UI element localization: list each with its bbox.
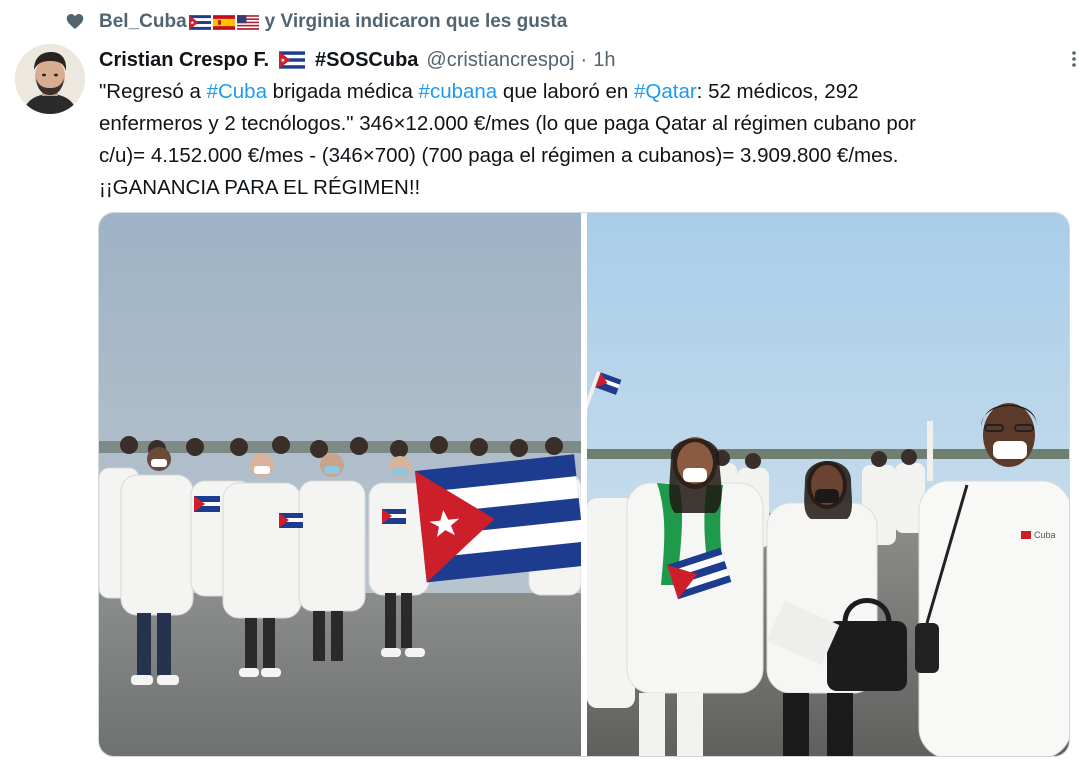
liker-name[interactable]: Bel_Cuba: [99, 11, 187, 33]
social-context-text[interactable]: Bel_Cuba y Virginia indicaron que les gu…: [99, 11, 567, 33]
hashtag-link-cuba[interactable]: #Cuba: [207, 80, 267, 103]
photo-right-image: Cuba: [587, 213, 1069, 756]
tweet-line-3: c/u)= 4.152.000 €/mes - (346×700) (700 p…: [99, 144, 899, 167]
author-display-name[interactable]: Cristian Crespo F.: [99, 49, 269, 72]
timestamp[interactable]: 1h: [593, 49, 615, 72]
tweet-media-grid: Cuba: [98, 212, 1070, 757]
avatar-image: [15, 44, 85, 114]
hashtag-link-cubana[interactable]: #cubana: [419, 80, 498, 103]
text-fragment: que laboró en: [497, 80, 634, 103]
tweet-text: "Regresó a #Cuba brigada médica #cubana …: [99, 76, 1079, 204]
more-options-icon[interactable]: [1063, 48, 1080, 70]
avatar[interactable]: [15, 44, 85, 114]
hashtag-link-qatar[interactable]: #Qatar: [634, 80, 697, 103]
cuba-flag-icon: [279, 51, 306, 69]
text-fragment: brigada médica: [266, 80, 419, 103]
text-fragment: : 52 médicos, 292: [696, 80, 859, 103]
author-handle[interactable]: @cristiancrespoj: [426, 49, 574, 72]
us-flag-icon: [236, 14, 259, 30]
tweet-line-2: enfermeros y 2 tecnólogos." 346×12.000 €…: [99, 112, 916, 135]
social-context: Bel_Cuba y Virginia indicaron que les gu…: [0, 0, 1080, 40]
tweet-header: Cristian Crespo F. #SOSCuba @cristiancre…: [99, 46, 615, 74]
cuba-flag-icon: [188, 14, 211, 30]
separator-dot: ·: [580, 48, 588, 71]
tweet-line-4: ¡¡GANANCIA PARA EL RÉGIMEN!!: [99, 176, 421, 199]
spain-flag-icon: [212, 14, 235, 30]
cuba-coat-logo: Cuba: [1034, 530, 1056, 540]
photo-doctors-with-flags[interactable]: Cuba: [587, 213, 1069, 756]
author-name-hashtag[interactable]: #SOSCuba: [315, 49, 418, 72]
photo-group-with-flag[interactable]: [99, 213, 581, 756]
like-context-label: y Virginia indicaron que les gusta: [264, 11, 568, 32]
tweet-line-1: "Regresó a #Cuba brigada médica #cubana …: [99, 76, 1079, 108]
photo-left-image: [99, 213, 581, 756]
heart-icon: [66, 14, 84, 29]
text-fragment: "Regresó a: [99, 80, 207, 103]
